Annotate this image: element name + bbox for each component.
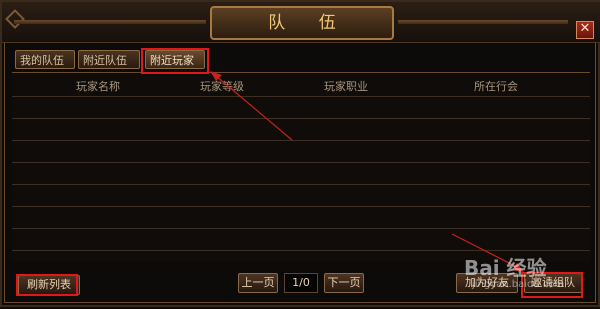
watermark-site: jingyan.baidu.com	[472, 279, 565, 290]
team-panel: 队 伍 ✕ 我的队伍 附近队伍 附近玩家 玩家名称 玩家等级 玩家职业 所在行会	[0, 0, 600, 307]
watermark-logo: Bai 经验	[464, 256, 547, 280]
arrow-to-tab	[215, 75, 293, 141]
